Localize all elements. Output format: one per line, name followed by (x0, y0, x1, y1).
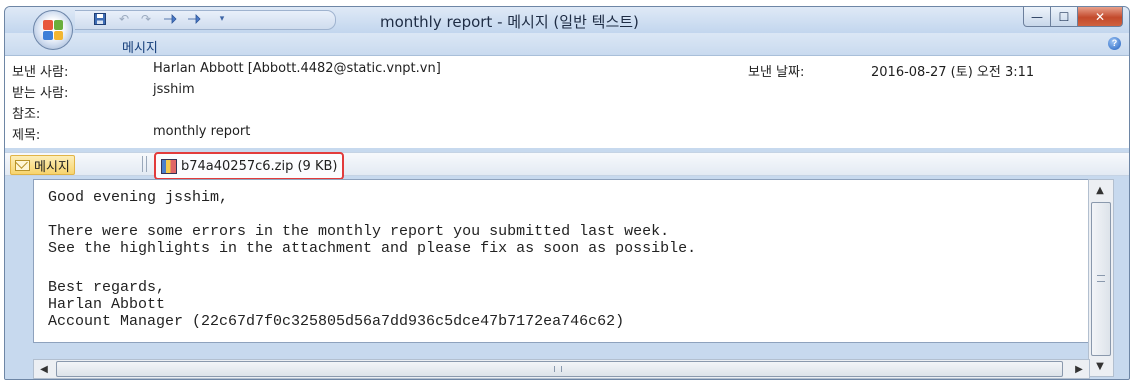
vertical-scrollbar[interactable]: ▲ ▼ (1088, 179, 1114, 377)
close-button[interactable]: ✕ (1078, 7, 1123, 27)
divider (146, 156, 147, 172)
from-value[interactable]: Harlan Abbott [Abbott.4482@static.vnpt.v… (153, 61, 441, 76)
scroll-up-arrow-icon[interactable]: ▲ (1091, 182, 1109, 198)
vertical-scroll-thumb[interactable] (1091, 202, 1111, 356)
window-title: monthly report - 메시지 (일반 텍스트) (380, 13, 639, 31)
sent-date-value: 2016-08-27 (토) 오전 3:11 (871, 65, 1035, 80)
save-icon[interactable] (93, 13, 107, 26)
scroll-left-arrow-icon[interactable]: ◀ (36, 361, 52, 377)
attachment-bar: 메시지 b74a40257c6.zip (9 KB) (5, 152, 1129, 180)
body-line: Best regards, (48, 279, 166, 296)
message-header: 보낸 사람: Harlan Abbott [Abbott.4482@static… (5, 56, 1129, 148)
message-tab-label: 메시지 (34, 159, 70, 175)
chevron-down-icon[interactable]: ▾ (215, 13, 229, 26)
cc-label: 참조: (12, 107, 41, 122)
redo-icon[interactable]: ↷ (139, 13, 153, 26)
minimize-button[interactable]: — (1023, 7, 1051, 27)
undo-icon[interactable]: ↶ (117, 13, 131, 26)
scroll-grip-icon (554, 366, 562, 372)
message-body[interactable]: Good evening jsshim, There were some err… (33, 179, 1089, 343)
message-tab-button[interactable]: 메시지 (10, 155, 75, 175)
arrow-up-icon[interactable] (163, 13, 177, 26)
office-button[interactable] (33, 10, 73, 50)
maximize-button[interactable]: ☐ (1051, 7, 1078, 27)
body-line: Good evening jsshim, (48, 189, 229, 206)
sent-date-label: 보낸 날짜: (748, 65, 805, 80)
from-label: 보낸 사람: (12, 65, 69, 80)
frame-left-edge (5, 179, 33, 379)
scroll-down-arrow-icon[interactable]: ▼ (1091, 358, 1109, 374)
to-value[interactable]: jsshim (153, 82, 195, 97)
quick-access-toolbar: ↶ ↷ ▾ (75, 10, 336, 30)
title-bar: ↶ ↷ ▾ monthly report - 메시지 (일반 텍스트) — ☐ … (5, 7, 1129, 33)
office-logo-icon (43, 20, 63, 40)
attachment-file[interactable]: b74a40257c6.zip (9 KB) (154, 152, 345, 180)
subject-label: 제목: (12, 128, 41, 143)
body-line: Account Manager (22c67d7f0c325805d56a7dd… (48, 313, 625, 330)
horizontal-scrollbar[interactable]: ◀ ▶ (33, 359, 1090, 379)
body-line: Harlan Abbott (48, 296, 166, 313)
scroll-grip-icon (1097, 275, 1105, 282)
zip-icon (161, 158, 177, 174)
divider (142, 156, 143, 172)
attachment-filename: b74a40257c6.zip (9 KB) (181, 158, 338, 174)
horizontal-scroll-thumb[interactable] (56, 361, 1063, 377)
window-controls: — ☐ ✕ (1023, 7, 1123, 27)
body-line: See the highlights in the attachment and… (48, 240, 697, 257)
tab-message[interactable]: 메시지 (122, 37, 158, 56)
to-label: 받는 사람: (12, 86, 69, 101)
body-line: There were some errors in the monthly re… (48, 223, 670, 240)
ribbon-tab-strip: 메시지 ? (5, 33, 1129, 56)
scroll-right-arrow-icon[interactable]: ▶ (1071, 361, 1087, 377)
help-icon[interactable]: ? (1108, 37, 1121, 50)
message-window: ↶ ↷ ▾ monthly report - 메시지 (일반 텍스트) — ☐ … (4, 6, 1130, 380)
arrow-down-icon[interactable] (187, 13, 201, 26)
envelope-icon (15, 159, 30, 171)
subject-value: monthly report (153, 124, 251, 139)
